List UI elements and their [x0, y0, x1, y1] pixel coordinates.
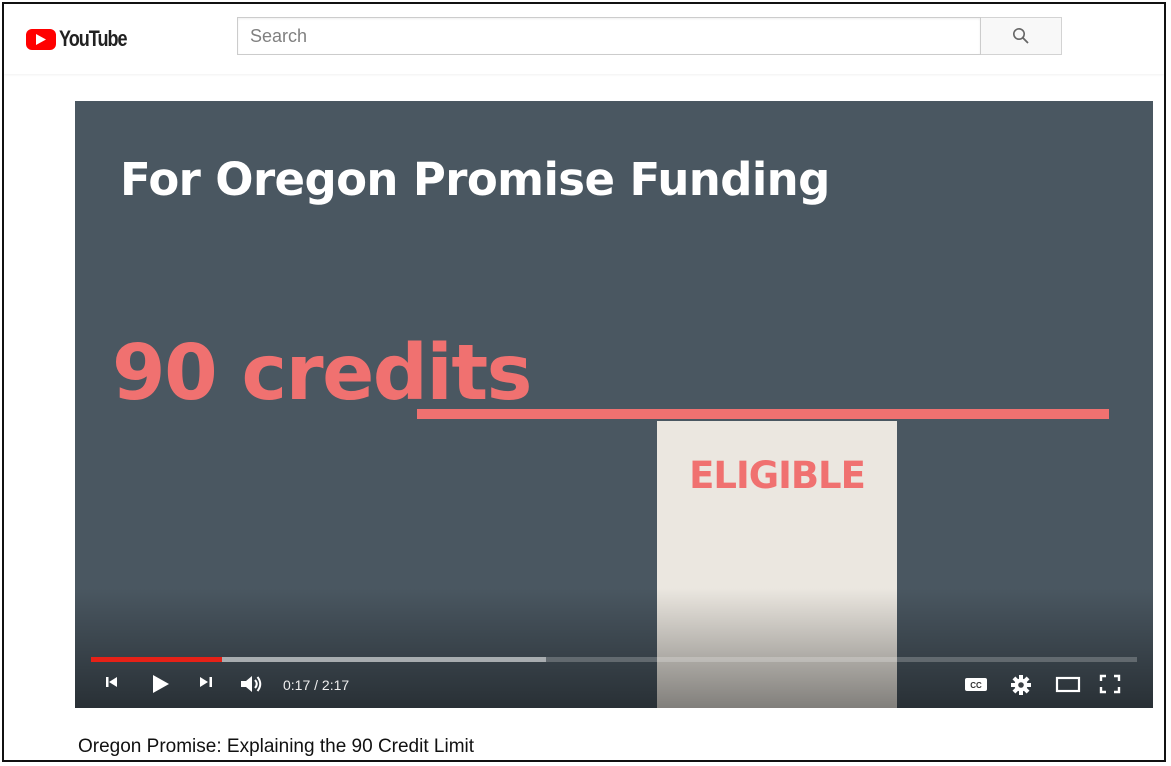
- theater-mode-button[interactable]: [1054, 673, 1082, 695]
- search-icon: [1013, 28, 1029, 44]
- slide-credits-text: 90 credits: [112, 329, 532, 418]
- theater-mode-icon: [1055, 676, 1081, 693]
- play-button[interactable]: [149, 673, 171, 695]
- previous-icon: [106, 677, 117, 687]
- next-icon: [200, 677, 212, 687]
- played-bar: [91, 657, 222, 662]
- settings-button[interactable]: [1009, 673, 1033, 697]
- masthead: YouTube: [4, 4, 1164, 74]
- video-title: Oregon Promise: Explaining the 90 Credit…: [78, 736, 475, 757]
- captions-icon: CC: [965, 678, 987, 691]
- search-button[interactable]: [981, 17, 1062, 55]
- time-display: 0:17 / 2:17: [283, 677, 350, 693]
- volume-icon: [241, 676, 262, 692]
- fullscreen-button[interactable]: [1098, 673, 1122, 695]
- credit-limit-line: [417, 409, 1109, 419]
- search-input[interactable]: [238, 18, 980, 54]
- youtube-logo[interactable]: YouTube: [26, 26, 141, 52]
- progress-bar[interactable]: [91, 657, 1137, 662]
- slide-heading: For Oregon Promise Funding: [120, 153, 830, 206]
- youtube-play-icon: [26, 28, 56, 50]
- eligible-label: ELIGIBLE: [689, 454, 866, 497]
- play-icon: [153, 675, 169, 693]
- svg-text:CC: CC: [970, 681, 982, 690]
- search-box: [237, 17, 981, 55]
- captions-button[interactable]: CC: [963, 673, 989, 695]
- logo-text: YouTube: [59, 26, 128, 51]
- settings-gear-icon: [1011, 675, 1031, 695]
- player-controls: 0:17 / 2:17 CC: [75, 667, 1153, 707]
- fullscreen-icon: [1099, 674, 1121, 694]
- video-player[interactable]: For Oregon Promise Funding 90 credits EL…: [75, 101, 1153, 708]
- page-frame: YouTube For Oregon Promise Funding 90 cr…: [2, 2, 1166, 762]
- previous-button[interactable]: [103, 673, 121, 691]
- volume-button[interactable]: [239, 673, 265, 695]
- next-button[interactable]: [197, 673, 215, 691]
